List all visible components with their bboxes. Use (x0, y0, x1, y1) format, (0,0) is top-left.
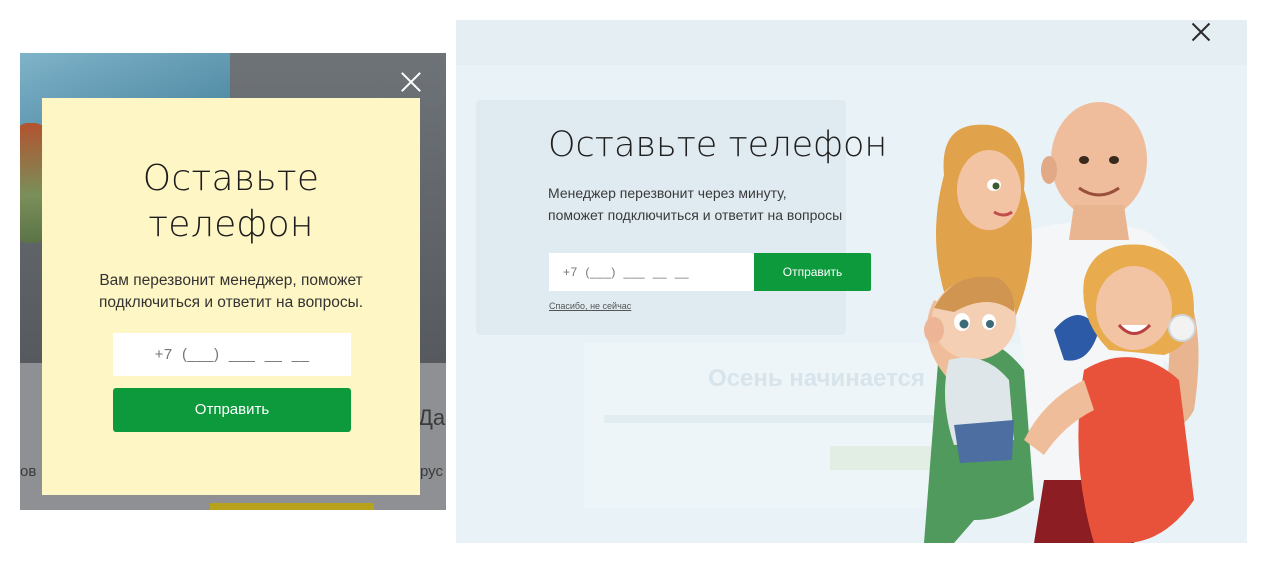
father-head (1051, 102, 1147, 218)
family-illustration (924, 102, 1199, 543)
girl-head (1096, 266, 1172, 350)
toddler-pupil (959, 319, 969, 329)
submit-button[interactable]: Отправить (113, 388, 351, 432)
father-ear (1041, 156, 1057, 184)
phone-input[interactable] (113, 333, 351, 376)
background-ghost-title: Осень начинается (708, 365, 925, 392)
girl-shirt (1078, 357, 1194, 543)
popup-title: Оставьте телефон (548, 125, 888, 165)
father-eye (1109, 156, 1119, 164)
background-text-fragment: Да (418, 405, 446, 430)
mother-pupil (992, 182, 1000, 190)
father-neck (1069, 205, 1129, 240)
toddler-ear (924, 317, 944, 343)
toddler-shorts (954, 420, 1014, 463)
popup-subtitle: Вам перезвонит менеджер, поможет подключ… (72, 270, 390, 314)
background-text-fragment: рус (420, 463, 444, 480)
popup-subtitle-line: подключиться и ответит на вопросы. (98, 294, 364, 311)
popup-subtitle: Менеджер перезвонит через минуту, поможе… (548, 182, 888, 226)
mother-head (957, 150, 1021, 230)
dismiss-link[interactable]: Спасибо, не сейчас (549, 301, 631, 311)
background-ghost-text (604, 415, 944, 423)
submit-button[interactable]: Отправить (754, 253, 871, 291)
close-icon[interactable] (1189, 20, 1213, 44)
popup-subtitle-line: Вам перезвонит менеджер, поможет (99, 272, 363, 289)
popup-title-line: Оставьте (142, 158, 320, 199)
close-icon[interactable] (398, 69, 424, 95)
popup-title-line: телефон (148, 204, 314, 245)
popup-title: Оставьте телефон (42, 156, 420, 248)
popup-subtitle-line: поможет подключиться и ответит на вопрос… (548, 207, 843, 223)
comparison-stage: Да ов рус Оставьте телефон Вам перезвони… (0, 0, 1267, 563)
background-yellow-button (210, 503, 374, 510)
father-eye (1079, 156, 1089, 164)
toddler-pupil (986, 320, 994, 328)
right-popup-screenshot: Осень начинается Оставьте телефон Менедж… (456, 20, 1247, 543)
background-header (456, 20, 1247, 65)
popup-subtitle-line: Менеджер перезвонит через минуту, (548, 185, 787, 201)
left-popup-screenshot: Да ов рус Оставьте телефон Вам перезвони… (20, 53, 446, 510)
callback-popup-yellow: Оставьте телефон Вам перезвонит менеджер… (42, 98, 420, 495)
background-text-fragment: ов (20, 463, 37, 480)
girl-headphone (1168, 314, 1196, 342)
phone-input[interactable] (549, 253, 754, 291)
